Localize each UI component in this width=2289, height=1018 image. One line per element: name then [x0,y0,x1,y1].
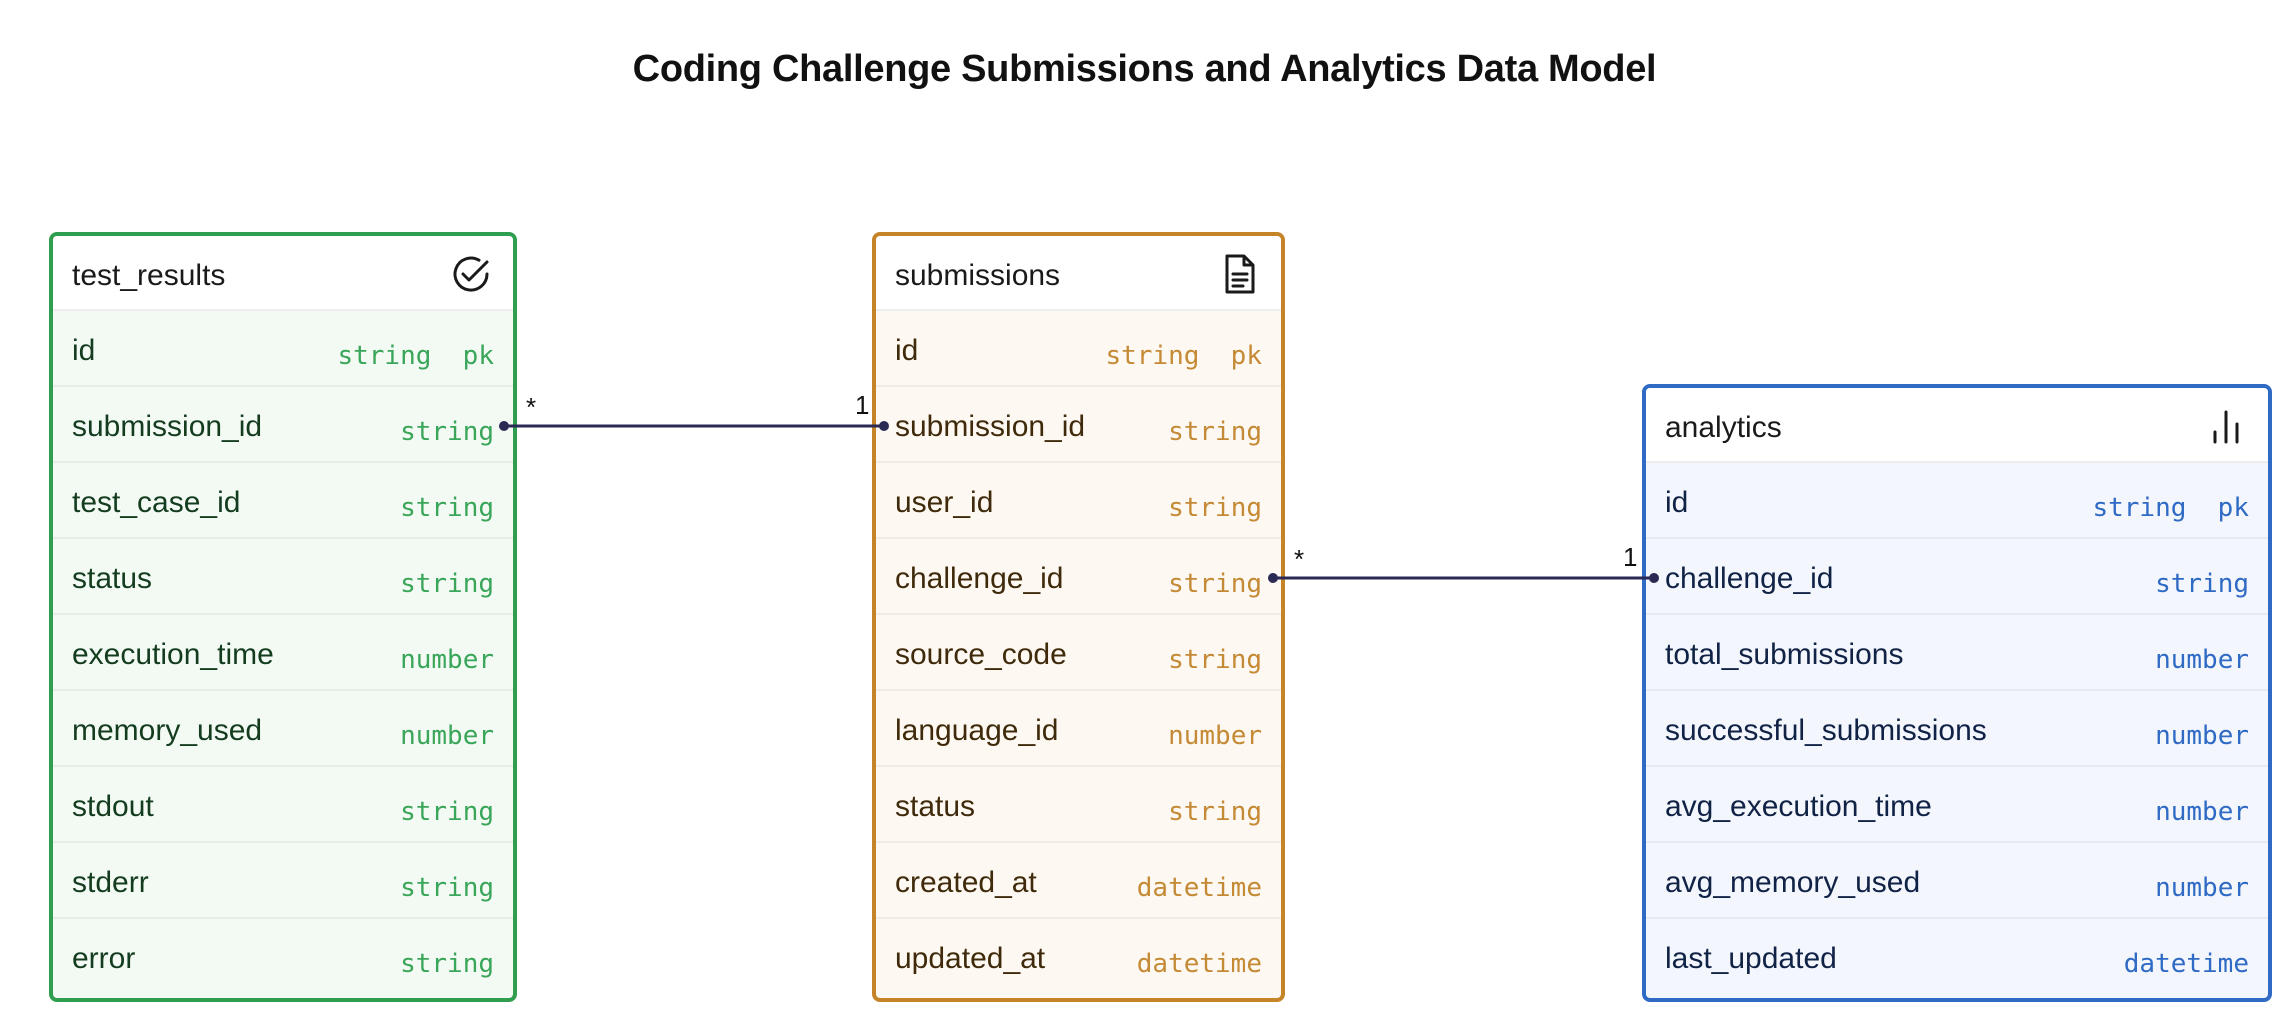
cardinality-label: 1 [1623,542,1638,572]
cardinality-label: * [1294,544,1305,574]
cardinality-label: 1 [855,390,870,420]
relationship-endpoint [1268,573,1278,583]
relationship-endpoint [1649,573,1659,583]
relationship-test-results-submissions[interactable] [499,421,889,431]
relationship-endpoint [879,421,889,431]
relationship-endpoint [499,421,509,431]
cardinality-label: * [526,392,537,422]
relationship-connectors [499,421,1659,583]
relationship-submissions-analytics[interactable] [1268,573,1659,583]
